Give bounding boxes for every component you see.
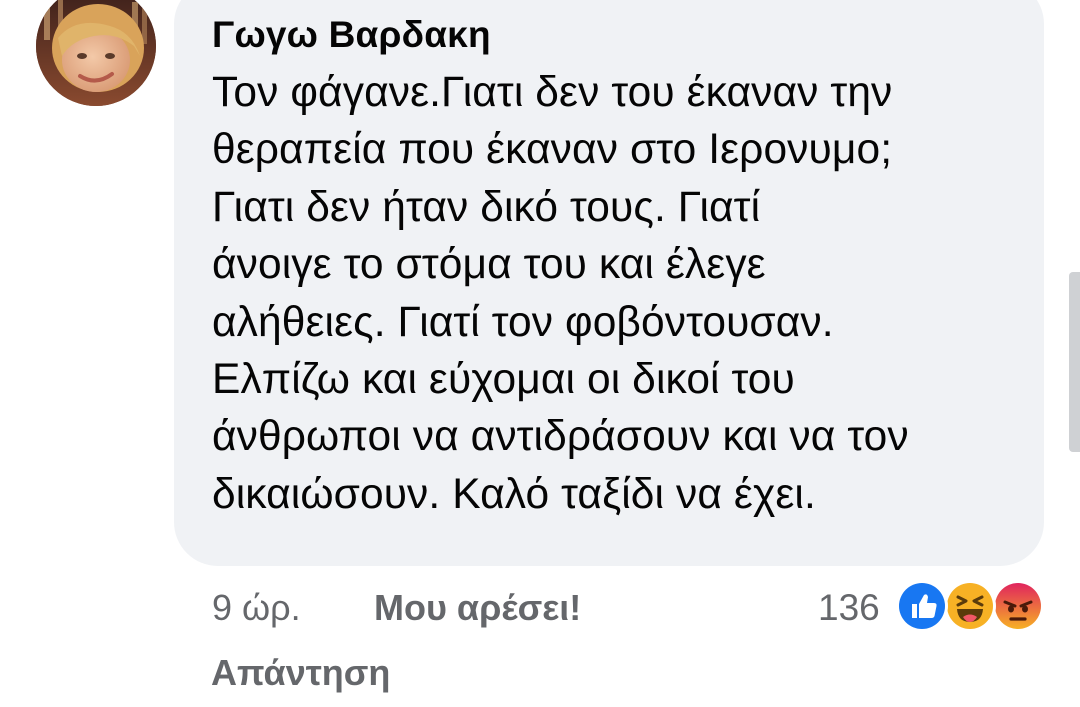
like-button[interactable]: Μου αρέσει! xyxy=(374,587,581,629)
comment-timestamp[interactable]: 9 ώρ. xyxy=(212,587,301,629)
comment-text-line: Τον φάγανε.Γιατι δεν του έκαναν την xyxy=(212,69,893,116)
reactions-summary[interactable] xyxy=(896,580,1046,632)
avatar-photo xyxy=(36,0,156,106)
reaction-count[interactable]: 136 xyxy=(818,587,880,629)
comment-text-line: Γιατι δεν ήταν δικό τους. Γιατί xyxy=(212,183,761,231)
comment-text-line: αλήθειες. Γιατί τον φοβόντουσαν. xyxy=(212,298,834,346)
comment-text-line: άνοιγε το στόμα του και έλεγε xyxy=(212,241,766,289)
haha-icon xyxy=(944,580,996,632)
comment-thread: Γωγω Βαρδακη Τον φάγανε.Γιατι δεν του έκ… xyxy=(0,0,1080,707)
comment-text-line: άνθρωποι να αντιδράσουν και να τον xyxy=(212,413,909,461)
comment-body: Τον φάγανε.Γιατι δεν του έκαναν την θερα… xyxy=(212,64,1032,523)
angry-icon xyxy=(992,580,1044,632)
comment-text-line: θεραπεία που έκαναν στο Ιερονυμο; xyxy=(212,126,893,174)
like-icon xyxy=(896,580,948,632)
comment-text-line: Ελπίζω και εύχομαι οι δικοί του xyxy=(212,356,795,404)
reply-button[interactable]: Απάντηση xyxy=(211,652,390,694)
scrollbar-thumb[interactable] xyxy=(1069,272,1080,452)
avatar[interactable] xyxy=(36,0,156,106)
comment-text-line: δικαιώσουν. Καλό ταξίδι να έχει. xyxy=(212,470,816,518)
comment-author-name[interactable]: Γωγω Βαρδακη xyxy=(212,14,491,56)
